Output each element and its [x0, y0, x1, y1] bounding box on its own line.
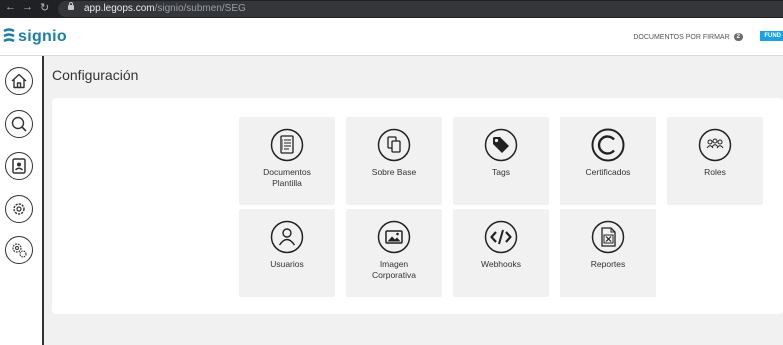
- copyright-icon: [591, 128, 625, 162]
- lock-icon: [68, 2, 74, 10]
- tile-label: Documentos Plantilla: [263, 167, 311, 188]
- sidebar-item-search[interactable]: [5, 110, 33, 138]
- tile-imagen-corporativa[interactable]: Imagen Corporativa: [346, 209, 442, 297]
- browser-toolbar: ← → ↻ app.legops.com/signio/submen/SEG: [0, 0, 783, 18]
- code-icon: [484, 220, 518, 254]
- configuration-panel: Documentos Plantilla Sobre Base Tags Cer…: [52, 98, 783, 314]
- url-text: app.legops.com/signio/submen/SEG: [84, 3, 246, 14]
- forward-arrow-icon[interactable]: →: [22, 1, 33, 13]
- sidebar-item-settings[interactable]: [5, 195, 33, 223]
- sidebar: [0, 56, 44, 345]
- tile-reportes[interactable]: Reportes: [560, 209, 656, 297]
- logo[interactable]: signio: [3, 27, 67, 47]
- tile-webhooks[interactable]: Webhooks: [453, 209, 549, 297]
- sidebar-item-home[interactable]: [5, 67, 33, 95]
- excel-file-icon: [591, 220, 625, 254]
- document-list-icon: [270, 128, 304, 162]
- sidebar-item-advanced-settings[interactable]: [5, 236, 33, 264]
- tile-label: Reportes: [590, 259, 626, 269]
- tile-usuarios[interactable]: Usuarios: [239, 209, 335, 297]
- tile-label: Webhooks: [480, 259, 521, 269]
- image-icon: [377, 220, 411, 254]
- tile-tags[interactable]: Tags: [453, 117, 549, 205]
- tile-label: Certificados: [585, 167, 631, 177]
- documents-to-sign[interactable]: DOCUMENTOS POR FIRMAR 2: [633, 33, 743, 41]
- logo-text: signio: [18, 28, 67, 45]
- copy-documents-icon: [377, 128, 411, 162]
- tile-sobre-base[interactable]: Sobre Base: [346, 117, 442, 205]
- tile-label: Roles: [704, 167, 726, 177]
- contacts-icon: [12, 158, 26, 174]
- app-header: signio DOCUMENTOS POR FIRMAR 2 FUND: [0, 18, 783, 56]
- settings-gears-icon: [12, 243, 27, 258]
- tag-icon: [484, 128, 518, 162]
- sidebar-item-contacts[interactable]: [5, 152, 33, 180]
- tile-label: Usuarios: [270, 259, 304, 269]
- home-icon: [11, 73, 27, 89]
- tile-label: Imagen Corporativa: [372, 259, 416, 280]
- reload-icon[interactable]: ↻: [40, 1, 49, 14]
- documents-label: DOCUMENTOS POR FIRMAR: [633, 33, 730, 41]
- search-icon: [11, 116, 27, 132]
- logo-mark-icon: [3, 28, 15, 43]
- documents-count-badge: 2: [733, 33, 743, 41]
- tile-label: Tags: [492, 167, 510, 177]
- tile-certificados[interactable]: Certificados: [560, 117, 656, 205]
- fund-button[interactable]: FUND: [760, 31, 783, 41]
- page-title: Configuración: [52, 67, 139, 83]
- tile-label: Sobre Base: [371, 167, 417, 177]
- user-icon: [270, 220, 304, 254]
- address-bar[interactable]: app.legops.com/signio/submen/SEG: [58, 1, 783, 17]
- users-group-icon: [698, 128, 732, 162]
- back-arrow-icon[interactable]: ←: [5, 1, 16, 13]
- tile-roles[interactable]: Roles: [667, 117, 763, 205]
- tile-documentos-plantilla[interactable]: Documentos Plantilla: [239, 117, 335, 205]
- gear-icon: [13, 203, 25, 215]
